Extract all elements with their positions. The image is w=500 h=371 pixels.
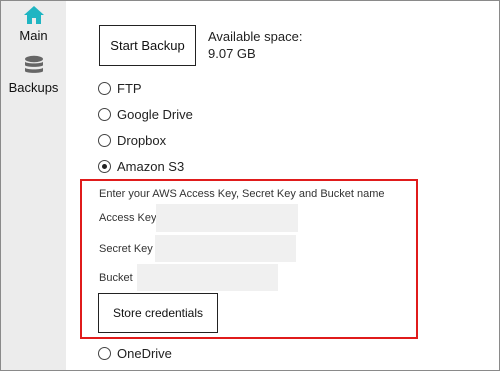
radio-label-amazon-s3: Amazon S3 [117, 159, 185, 174]
access-key-label: Access Key [99, 212, 157, 224]
radio-ftp[interactable]: FTP [98, 81, 142, 96]
radio-button[interactable] [98, 108, 111, 121]
access-key-input[interactable] [156, 204, 298, 232]
radio-button[interactable] [98, 347, 111, 360]
sidebar: Main Backups [1, 1, 66, 370]
radio-label-google-drive: Google Drive [117, 107, 193, 122]
radio-label-onedrive: OneDrive [117, 346, 172, 361]
radio-google-drive[interactable]: Google Drive [98, 107, 193, 122]
sidebar-item-main[interactable]: Main [1, 5, 66, 43]
start-backup-button[interactable]: Start Backup [99, 25, 196, 66]
sidebar-item-backups[interactable]: Backups [1, 55, 66, 95]
radio-amazon-s3[interactable]: Amazon S3 [98, 159, 184, 174]
home-icon [23, 6, 44, 24]
radio-button[interactable] [98, 134, 111, 147]
radio-onedrive[interactable]: OneDrive [98, 346, 172, 361]
available-space-label: Available space: [208, 29, 303, 44]
bucket-input[interactable] [137, 264, 278, 291]
radio-label-dropbox: Dropbox [117, 133, 167, 148]
available-space-value: 9.07 GB [208, 46, 256, 61]
app-window: Main Backups Start Backup Available spac… [0, 0, 500, 371]
radio-label-ftp: FTP [117, 81, 142, 96]
main-content: Start Backup Available space: 9.07 GB FT… [66, 1, 499, 370]
sidebar-item-backups-label: Backups [8, 80, 59, 95]
database-icon [24, 55, 43, 73]
sidebar-item-main-label: Main [19, 28, 48, 43]
s3-instructions: Enter your AWS Access Key, Secret Key an… [99, 188, 385, 200]
radio-selected-dot [102, 164, 107, 169]
secret-key-input[interactable] [155, 235, 296, 262]
store-credentials-button[interactable]: Store credentials [98, 293, 218, 333]
secret-key-label: Secret Key [99, 243, 153, 255]
radio-button-selected[interactable] [98, 160, 111, 173]
bucket-label: Bucket [99, 272, 133, 284]
radio-dropbox[interactable]: Dropbox [98, 133, 166, 148]
radio-button[interactable] [98, 82, 111, 95]
